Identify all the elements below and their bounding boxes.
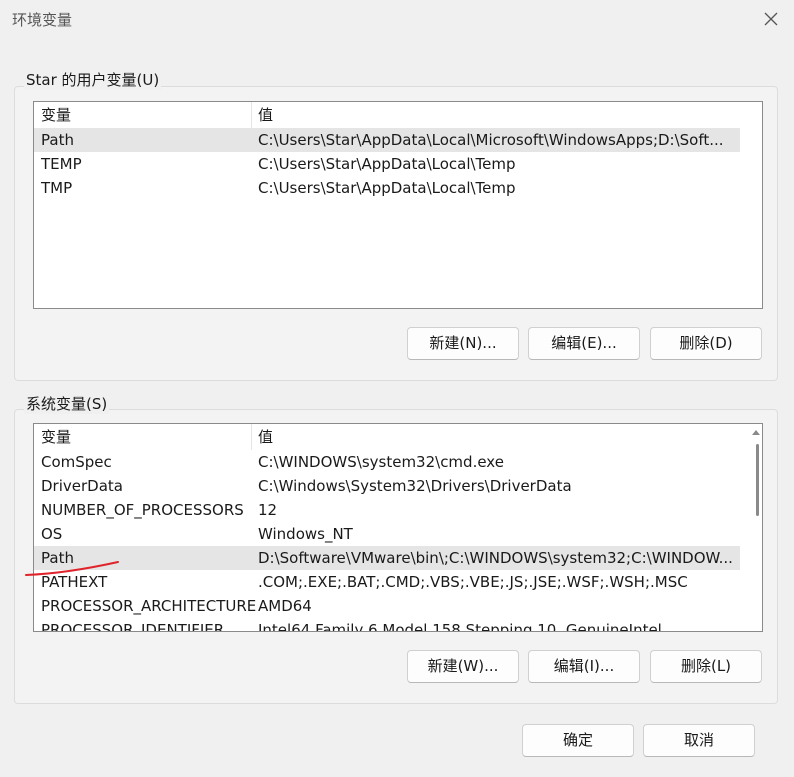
var-value: D:\Software\VMware\bin\;C:\WINDOWS\syste… <box>258 549 733 567</box>
system-edit-button[interactable]: 编辑(I)... <box>528 650 640 683</box>
var-value: .COM;.EXE;.BAT;.CMD;.VBS;.VBE;.JS;.JSE;.… <box>258 573 688 591</box>
column-divider[interactable] <box>251 102 252 128</box>
system-vars-label: 系统变量(S) <box>24 393 110 414</box>
var-value: C:\Windows\System32\Drivers\DriverData <box>258 477 572 495</box>
column-header-value[interactable]: 值 <box>258 424 748 450</box>
var-name: PROCESSOR_ARCHITECTURE <box>41 597 257 615</box>
var-value: Windows_NT <box>258 525 353 543</box>
close-button[interactable] <box>748 0 794 38</box>
system-vars-list[interactable]: 变量 值 ComSpec C:\WINDOWS\system32\cmd.exe… <box>33 423 763 632</box>
var-name: DriverData <box>41 477 123 495</box>
user-delete-button[interactable]: 删除(D) <box>650 327 762 360</box>
table-row[interactable]: ComSpec C:\WINDOWS\system32\cmd.exe <box>34 450 762 474</box>
annotation-underline <box>25 561 119 576</box>
table-row[interactable]: TEMP C:\Users\Star\AppData\Local\Temp <box>34 152 762 176</box>
table-row[interactable]: DriverData C:\Windows\System32\Drivers\D… <box>34 474 762 498</box>
var-name: NUMBER_OF_PROCESSORS <box>41 501 244 519</box>
var-name: TMP <box>41 179 73 197</box>
var-value: C:\Users\Star\AppData\Local\Temp <box>258 155 516 173</box>
var-name: PROCESSOR_IDENTIFIER <box>41 621 225 632</box>
user-vars-label: Star 的用户变量(U) <box>24 69 162 90</box>
var-value: AMD64 <box>258 597 312 615</box>
ok-button[interactable]: 确定 <box>522 724 634 757</box>
column-header-value[interactable]: 值 <box>258 102 748 128</box>
var-value: C:\WINDOWS\system32\cmd.exe <box>258 453 504 471</box>
table-row[interactable]: TMP C:\Users\Star\AppData\Local\Temp <box>34 176 762 200</box>
scroll-thumb[interactable] <box>756 444 759 516</box>
table-row[interactable]: PROCESSOR_IDENTIFIER Intel64 Family 6 Mo… <box>34 618 762 632</box>
column-divider[interactable] <box>251 424 252 450</box>
column-header-name[interactable]: 变量 <box>41 102 71 128</box>
user-vars-list[interactable]: 变量 值 Path C:\Users\Star\AppData\Local\Mi… <box>33 101 763 309</box>
scrollbar[interactable] <box>742 424 762 631</box>
title-bar: 环境变量 <box>0 0 794 38</box>
table-row[interactable]: Path C:\Users\Star\AppData\Local\Microso… <box>34 128 740 152</box>
table-row[interactable]: NUMBER_OF_PROCESSORS 12 <box>34 498 762 522</box>
var-value: C:\Users\Star\AppData\Local\Temp <box>258 179 516 197</box>
var-name: TEMP <box>41 155 82 173</box>
table-row[interactable]: OS Windows_NT <box>34 522 762 546</box>
scroll-up-arrow-icon[interactable] <box>752 430 760 435</box>
cancel-button[interactable]: 取消 <box>643 724 755 757</box>
table-row[interactable]: PROCESSOR_ARCHITECTURE AMD64 <box>34 594 762 618</box>
system-new-button[interactable]: 新建(W)... <box>407 650 519 683</box>
list-header: 变量 值 <box>34 424 762 450</box>
var-name: OS <box>41 525 63 543</box>
var-value: 12 <box>258 501 278 519</box>
close-icon <box>764 12 778 26</box>
var-name: Path <box>41 131 74 149</box>
column-header-name[interactable]: 变量 <box>41 424 71 450</box>
list-header: 变量 值 <box>34 102 762 128</box>
user-edit-button[interactable]: 编辑(E)... <box>528 327 640 360</box>
table-row[interactable]: PATHEXT .COM;.EXE;.BAT;.CMD;.VBS;.VBE;.J… <box>34 570 762 594</box>
var-name: ComSpec <box>41 453 112 471</box>
var-value: Intel64 Family 6 Model 158 Stepping 10, … <box>258 621 662 632</box>
user-new-button[interactable]: 新建(N)... <box>407 327 519 360</box>
system-delete-button[interactable]: 删除(L) <box>650 650 762 683</box>
table-row[interactable]: Path D:\Software\VMware\bin\;C:\WINDOWS\… <box>34 546 740 570</box>
var-value: C:\Users\Star\AppData\Local\Microsoft\Wi… <box>258 131 724 149</box>
window-title: 环境变量 <box>12 11 73 29</box>
